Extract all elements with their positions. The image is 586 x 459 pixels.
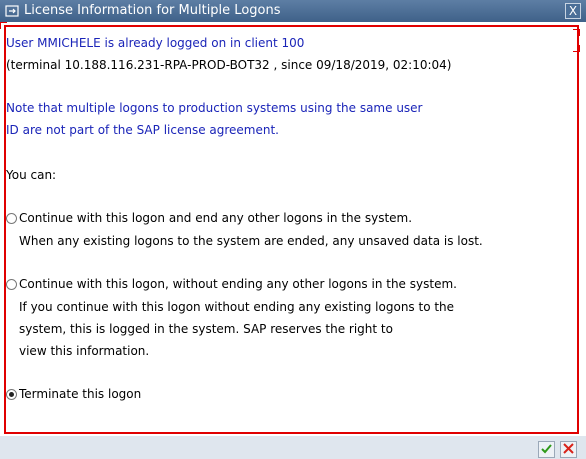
option-continue-keep-others-desc3: view this information. (19, 344, 150, 358)
corner-mark-top-left (0, 22, 7, 29)
highlight-frame (4, 25, 579, 434)
dialog-content: User MMICHELE is already logged on in cl… (0, 22, 586, 436)
cancel-x-icon (563, 443, 574, 454)
cancel-button[interactable] (560, 441, 577, 458)
window-title: License Information for Multiple Logons (24, 3, 281, 18)
corner-mark-right (573, 45, 580, 52)
option-continue-end-others-label[interactable]: Continue with this logon and end any oth… (19, 211, 412, 225)
option-continue-keep-others-desc2: system, this is logged in the system. SA… (19, 322, 393, 336)
option-continue-keep-others-label[interactable]: Continue with this logon, without ending… (19, 277, 457, 291)
window-titlebar: License Information for Multiple Logons … (0, 0, 586, 22)
you-can-label: You can: (6, 168, 57, 182)
license-note-line2: ID are not part of the SAP license agree… (6, 123, 279, 137)
option-continue-end-others-desc: When any existing logons to the system a… (19, 234, 483, 248)
option-continue-keep-others-desc1: If you continue with this logon without … (19, 300, 455, 314)
corner-mark-top-right (573, 29, 580, 36)
license-note-line1: Note that multiple logons to production … (6, 101, 423, 115)
option-terminate-logon-label[interactable]: Terminate this logon (19, 387, 141, 401)
radio-terminate-logon[interactable] (6, 389, 17, 400)
radio-continue-keep-others[interactable] (6, 279, 17, 290)
user-logged-on-message: User MMICHELE is already logged on in cl… (6, 36, 305, 50)
checkmark-icon (541, 444, 552, 454)
window-menu-icon[interactable] (5, 4, 19, 18)
radio-continue-end-others[interactable] (6, 213, 17, 224)
ok-button[interactable] (538, 441, 555, 458)
close-icon: X (568, 4, 578, 18)
dialog-button-bar (0, 436, 586, 459)
terminal-info: (terminal 10.188.116.231-RPA-PROD-BOT32 … (6, 58, 452, 72)
close-button[interactable]: X (565, 3, 581, 19)
